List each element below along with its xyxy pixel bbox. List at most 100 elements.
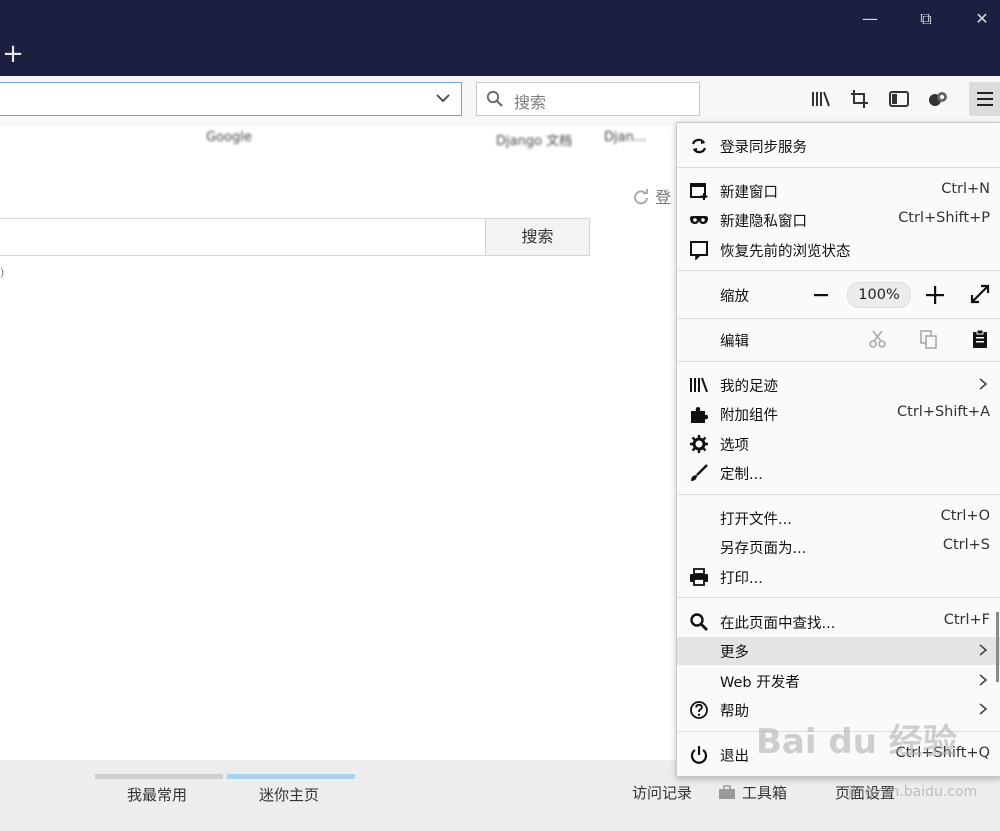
menu-item-restore-session[interactable]: 恢复先前的浏览状态 (677, 236, 1000, 264)
close-button[interactable]: ✕ (962, 6, 1000, 32)
library-icon[interactable] (810, 88, 832, 110)
menu-separator (677, 270, 1000, 271)
menu-separator (677, 494, 1000, 495)
menu-item-label: 缩放 (720, 289, 749, 305)
search-icon (690, 613, 708, 631)
menu-item-label: 退出 (720, 749, 749, 765)
menu-item-find[interactable]: 在此页面中查找... Ctrl+F (677, 608, 1000, 636)
menu-item-customize[interactable]: 定制... (677, 459, 1000, 487)
menu-item-label: 在此页面中查找... (720, 616, 836, 632)
page-fragment-text: ) (0, 266, 5, 279)
zoom-in-button[interactable] (923, 281, 947, 309)
restore-session-icon (690, 241, 708, 260)
login-link[interactable]: 登 (632, 184, 671, 208)
menu-shortcut: Ctrl+S (942, 537, 990, 553)
search-icon (486, 90, 503, 107)
hamburger-icon (977, 92, 993, 106)
menu-item-print[interactable]: 打印... (677, 563, 1000, 591)
fullscreen-icon[interactable] (969, 283, 991, 305)
mask-icon (690, 216, 708, 224)
cut-icon[interactable] (867, 328, 889, 350)
menu-item-label: 定制... (720, 467, 763, 483)
menu-item-label: 登录同步服务 (720, 140, 807, 156)
tab-frequent[interactable]: 我最常用 (127, 784, 187, 805)
menu-separator (677, 597, 1000, 598)
menu-item-options[interactable]: 选项 (677, 430, 1000, 458)
menu-item-label: Web 开发者 (720, 675, 800, 691)
menu-item-more[interactable]: 更多 (677, 637, 1000, 665)
menu-item-label: 我的足迹 (720, 379, 778, 395)
search-placeholder: 搜索 (514, 93, 547, 112)
minimize-button[interactable]: — (850, 6, 890, 32)
paste-icon[interactable] (969, 328, 991, 350)
library-icon (690, 377, 708, 393)
menu-shortcut: Ctrl+F (943, 612, 990, 628)
extension-icon[interactable] (927, 88, 949, 110)
refresh-icon (634, 189, 648, 205)
menu-separator (677, 318, 1000, 319)
menu-item-label: 另存页面为... (720, 541, 807, 557)
menu-item-label: 附加组件 (720, 408, 778, 424)
gear-icon (690, 435, 708, 453)
menu-item-label: 新建隐私窗口 (720, 214, 807, 230)
new-tab-button[interactable]: + (2, 40, 24, 68)
tab-indicator-active (227, 774, 355, 779)
app-menu-button[interactable] (969, 82, 1000, 116)
brush-icon (691, 464, 708, 481)
menu-item-label: 打印... (720, 571, 763, 587)
menu-shortcut: Ctrl+O (940, 508, 990, 524)
chevron-down-icon[interactable] (435, 90, 451, 106)
puzzle-icon (691, 407, 708, 423)
sync-icon (691, 138, 707, 154)
page-search-button[interactable]: 搜索 (485, 218, 590, 256)
tab-indicator (95, 774, 223, 779)
toolbox-link[interactable]: 工具箱 (742, 782, 787, 803)
zoom-reset-button[interactable]: 100% (847, 282, 911, 308)
chevron-right-icon (979, 644, 988, 656)
bookmarks-toolbar: Google Django 文档 Djan... (0, 126, 680, 152)
menu-item-private-window[interactable]: 新建隐私窗口 Ctrl+Shift+P (677, 206, 1000, 234)
bookmark-item[interactable]: Django 文档 (496, 130, 572, 149)
copy-icon[interactable] (918, 328, 940, 350)
restore-button[interactable]: ⧉ (906, 6, 946, 32)
printer-icon (690, 568, 708, 586)
chevron-right-icon (979, 674, 988, 686)
menu-item-label: 选项 (720, 438, 749, 454)
zoom-out-button[interactable] (811, 281, 831, 309)
menu-item-label: 新建窗口 (720, 185, 778, 201)
navigation-toolbar: 搜索 (0, 76, 1000, 126)
menu-item-open-file[interactable]: 打开文件... Ctrl+O (677, 504, 1000, 532)
menu-scrollbar[interactable] (996, 612, 999, 682)
bookmark-item[interactable]: Djan... (604, 130, 646, 145)
menu-item-label: 更多 (720, 645, 749, 661)
chevron-right-icon (979, 378, 988, 390)
menu-shortcut: Ctrl+Shift+P (898, 210, 990, 226)
page-search-input[interactable] (0, 218, 486, 256)
baidu-watermark: Bai du 经验 (756, 722, 957, 762)
menu-item-edit: 编辑 (677, 326, 1000, 354)
menu-item-new-window[interactable]: 新建窗口 Ctrl+N (677, 177, 1000, 205)
menu-item-label: 恢复先前的浏览状态 (720, 244, 851, 260)
menu-item-web-developer[interactable]: Web 开发者 (677, 667, 1000, 695)
app-menu-panel: 登录同步服务 新建窗口 Ctrl+N 新建隐私窗口 Ctrl+Shift+P 恢… (676, 122, 1000, 777)
history-link[interactable]: 访问记录 (632, 782, 692, 803)
title-bar: — ⧉ ✕ + (0, 0, 1000, 76)
menu-item-zoom: 缩放 100% (677, 281, 1000, 309)
bookmark-item[interactable]: Google (206, 130, 252, 145)
url-bar[interactable] (0, 82, 462, 116)
menu-separator (677, 167, 1000, 168)
menu-item-label: 帮助 (720, 704, 749, 720)
menu-item-save-page[interactable]: 另存页面为... Ctrl+S (677, 533, 1000, 561)
menu-item-addons[interactable]: 附加组件 Ctrl+Shift+A (677, 400, 1000, 428)
tab-mini-home[interactable]: 迷你主页 (259, 784, 319, 805)
search-input[interactable]: 搜索 (476, 82, 700, 116)
menu-item-sync[interactable]: 登录同步服务 (677, 132, 1000, 160)
menu-item-library[interactable]: 我的足迹 (677, 371, 1000, 399)
plus-icon (926, 286, 944, 304)
menu-item-label: 编辑 (720, 334, 749, 350)
sidebar-icon[interactable] (888, 88, 910, 110)
help-icon (690, 701, 708, 719)
new-window-icon (690, 183, 708, 200)
screenshot-crop-icon[interactable] (849, 88, 871, 110)
menu-item-label: 打开文件... (720, 512, 792, 528)
